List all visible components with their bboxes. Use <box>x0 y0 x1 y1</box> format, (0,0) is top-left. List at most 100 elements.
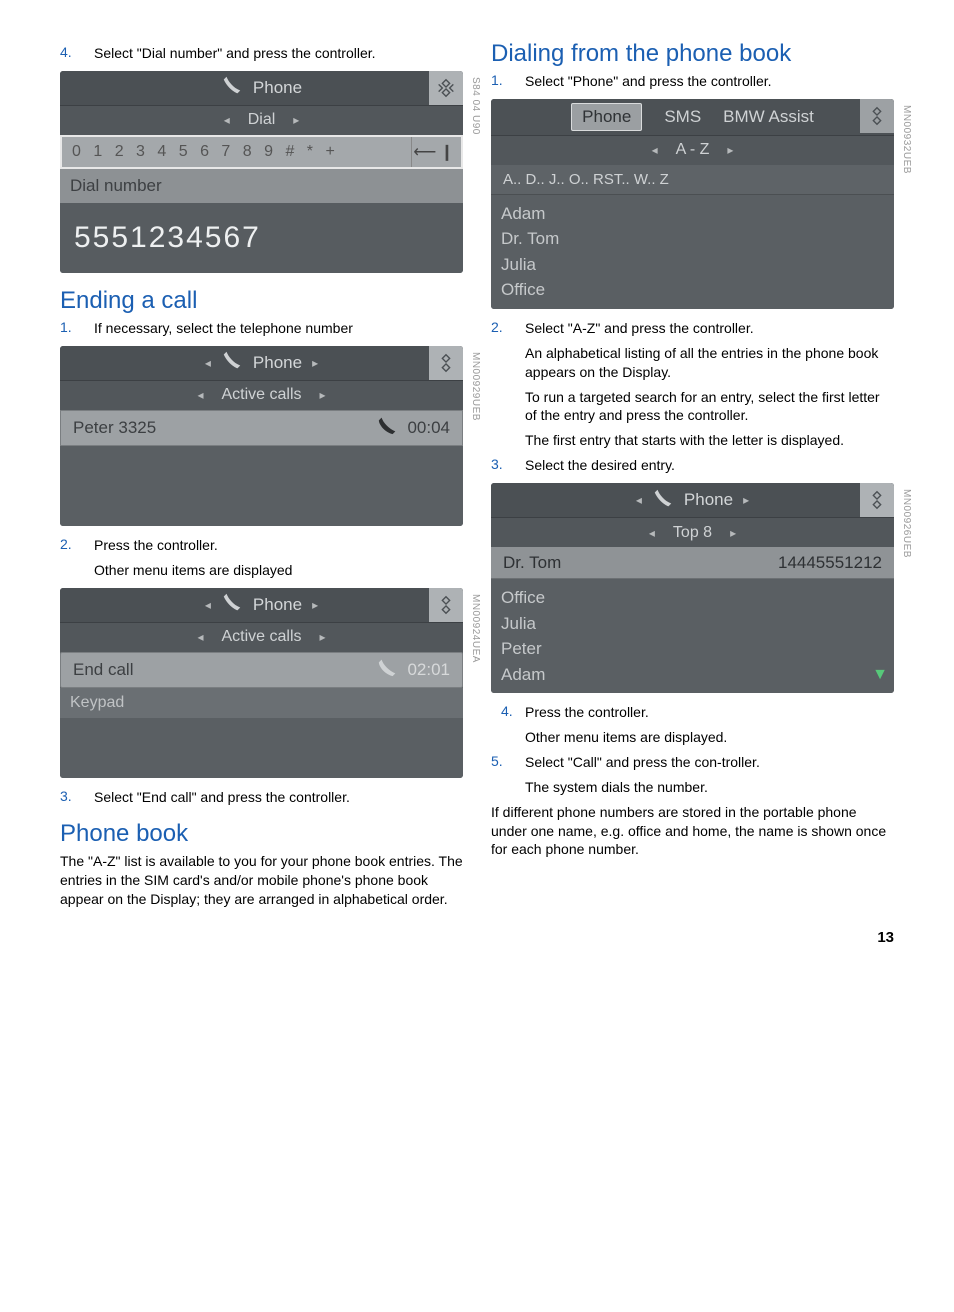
step-text: Select "A-Z" and press the controller. <box>525 319 754 338</box>
phone-icon <box>221 74 243 101</box>
screen-title: Phone <box>684 490 733 510</box>
caller-name: Peter <box>73 418 114 437</box>
right-arrow-icon[interactable]: ▸ <box>727 143 733 157</box>
step-text: Select "Call" and press the con-troller. <box>525 753 760 772</box>
left-arrow-icon[interactable]: ◂ <box>197 630 203 644</box>
list-item[interactable]: Office <box>501 585 884 611</box>
step-number: 4. <box>60 44 94 63</box>
left-arrow-icon[interactable]: ◂ <box>205 598 211 612</box>
step-number: 2. <box>491 319 525 338</box>
step-subtext: The first entry that starts with the let… <box>525 431 894 450</box>
image-code: S84 04 U90 <box>470 77 481 135</box>
screen-active-call: ◂ Phone ▸ ◂ Active calls ▸ <box>60 346 463 526</box>
active-call-row[interactable]: Peter 3325 00:04 <box>60 410 463 446</box>
submenu-label: Active calls <box>221 386 301 404</box>
submenu-label: Top 8 <box>673 524 712 542</box>
list-item[interactable]: Julia <box>501 252 884 278</box>
step-number: 1. <box>60 319 94 338</box>
right-arrow-icon[interactable]: ▸ <box>730 526 736 540</box>
step-subtext: Other menu items are displayed <box>94 561 463 580</box>
step-number: 3. <box>60 788 94 807</box>
dialed-number: 5551234567 <box>60 203 463 273</box>
step: 5. Select "Call" and press the con-troll… <box>491 753 894 772</box>
left-arrow-icon[interactable]: ◂ <box>224 113 230 127</box>
step-text: Select "End call" and press the controll… <box>94 788 350 807</box>
right-arrow-icon[interactable]: ▸ <box>293 113 299 127</box>
left-arrow-icon[interactable]: ◂ <box>197 388 203 402</box>
left-arrow-icon[interactable]: ◂ <box>649 526 655 540</box>
screen-end-call: ◂ Phone ▸ ◂ Active calls ▸ <box>60 588 463 778</box>
step-text: If necessary, select the telephone numbe… <box>94 319 353 338</box>
left-arrow-icon[interactable]: ◂ <box>205 356 211 370</box>
nav-diamond-icon[interactable] <box>429 71 463 105</box>
page-number: 13 <box>491 929 894 946</box>
right-arrow-icon[interactable]: ▸ <box>743 493 749 507</box>
step: 2. Press the controller. <box>60 536 463 555</box>
step: 1. If necessary, select the telephone nu… <box>60 319 463 338</box>
submenu-label: Active calls <box>221 628 301 646</box>
nav-diamond-icon[interactable] <box>860 483 894 517</box>
tab-bmw-assist[interactable]: BMW Assist <box>723 107 814 127</box>
right-arrow-icon[interactable]: ▸ <box>320 630 326 644</box>
heading-phone-book: Phone book <box>60 820 463 848</box>
nav-diamond-icon[interactable] <box>860 99 894 133</box>
heading-ending-call: Ending a call <box>60 287 463 315</box>
submenu-label: Dial <box>248 111 276 129</box>
step-number: 5. <box>491 753 525 772</box>
step: 4. Press the controller. <box>491 703 894 722</box>
phone-book-paragraph: The "A-Z" list is available to you for y… <box>60 852 463 909</box>
left-arrow-icon[interactable]: ◂ <box>652 143 658 157</box>
step-subtext: The system dials the number. <box>525 778 894 797</box>
handset-icon <box>377 656 399 683</box>
phone-icon <box>652 487 674 514</box>
list-item[interactable]: Julia <box>501 611 884 637</box>
phone-icon <box>221 591 243 618</box>
step: 2. Select "A-Z" and press the controller… <box>491 319 894 338</box>
step-number: 3. <box>491 456 525 475</box>
step-subtext: To run a targeted search for an entry, s… <box>525 388 894 426</box>
nav-diamond-icon[interactable] <box>429 588 463 622</box>
dial-characters: 0 1 2 3 4 5 6 7 8 9 # * + <box>72 143 339 161</box>
end-call-row[interactable]: End call 02:01 <box>60 652 463 688</box>
keypad-row[interactable]: Keypad <box>60 688 463 718</box>
list-item[interactable]: Adam <box>501 662 884 688</box>
list-item[interactable]: Peter <box>501 636 884 662</box>
scroll-down-icon[interactable]: ▼ <box>872 663 888 687</box>
handset-icon <box>377 414 399 441</box>
list-item[interactable]: Dr. Tom <box>501 226 884 252</box>
step-text: Select the desired entry. <box>525 456 675 475</box>
step: 3. Select "End call" and press the contr… <box>60 788 463 807</box>
selected-contact-row[interactable]: Dr. Tom 14445551212 <box>491 547 894 579</box>
screen-top8: ◂ Phone ▸ ◂ Top 8 ▸ <box>491 483 894 693</box>
step-text: Press the controller. <box>525 703 649 722</box>
screen-dial-number: Phone ◂ Dial ▸ 0 1 2 3 4 5 6 7 8 9 # * +… <box>60 71 463 273</box>
letter-index: A.. D.. J.. O.. RST.. W.. Z <box>503 171 669 188</box>
list-item[interactable]: Office <box>501 277 884 303</box>
step-number: 4. <box>501 703 525 722</box>
nav-diamond-icon[interactable] <box>429 346 463 380</box>
call-duration: 00:04 <box>407 418 450 438</box>
step-subtext: Other menu items are displayed. <box>525 728 894 747</box>
right-arrow-icon[interactable]: ▸ <box>312 598 318 612</box>
backspace-button[interactable]: ⟵❙ <box>411 137 459 167</box>
image-code: MN00924UEA <box>470 594 481 663</box>
tab-phone[interactable]: Phone <box>571 103 642 131</box>
right-arrow-icon[interactable]: ▸ <box>312 356 318 370</box>
caller-ext: 3325 <box>118 418 156 437</box>
list-item[interactable]: Adam <box>501 201 884 227</box>
keypad-label: Keypad <box>70 694 124 712</box>
step-text: Press the controller. <box>94 536 218 555</box>
dial-characters-row[interactable]: 0 1 2 3 4 5 6 7 8 9 # * + ⟵❙ <box>60 135 463 169</box>
selected-number: 14445551212 <box>778 553 882 573</box>
right-arrow-icon[interactable]: ▸ <box>320 388 326 402</box>
selected-name: Dr. Tom <box>503 553 561 573</box>
tab-sms[interactable]: SMS <box>664 107 701 127</box>
left-arrow-icon[interactable]: ◂ <box>636 493 642 507</box>
letter-index-row[interactable]: A.. D.. J.. O.. RST.. W.. Z <box>491 165 894 195</box>
phone-icon <box>221 349 243 376</box>
screen-phonebook-az: Phone SMS BMW Assist ◂ A - Z ▸ A.. D.. J… <box>491 99 894 309</box>
dial-number-label: Dial number <box>70 176 162 196</box>
dial-number-row[interactable]: Dial number <box>60 169 463 203</box>
step: 3. Select the desired entry. <box>491 456 894 475</box>
step-text: Select "Dial number" and press the contr… <box>94 44 376 63</box>
